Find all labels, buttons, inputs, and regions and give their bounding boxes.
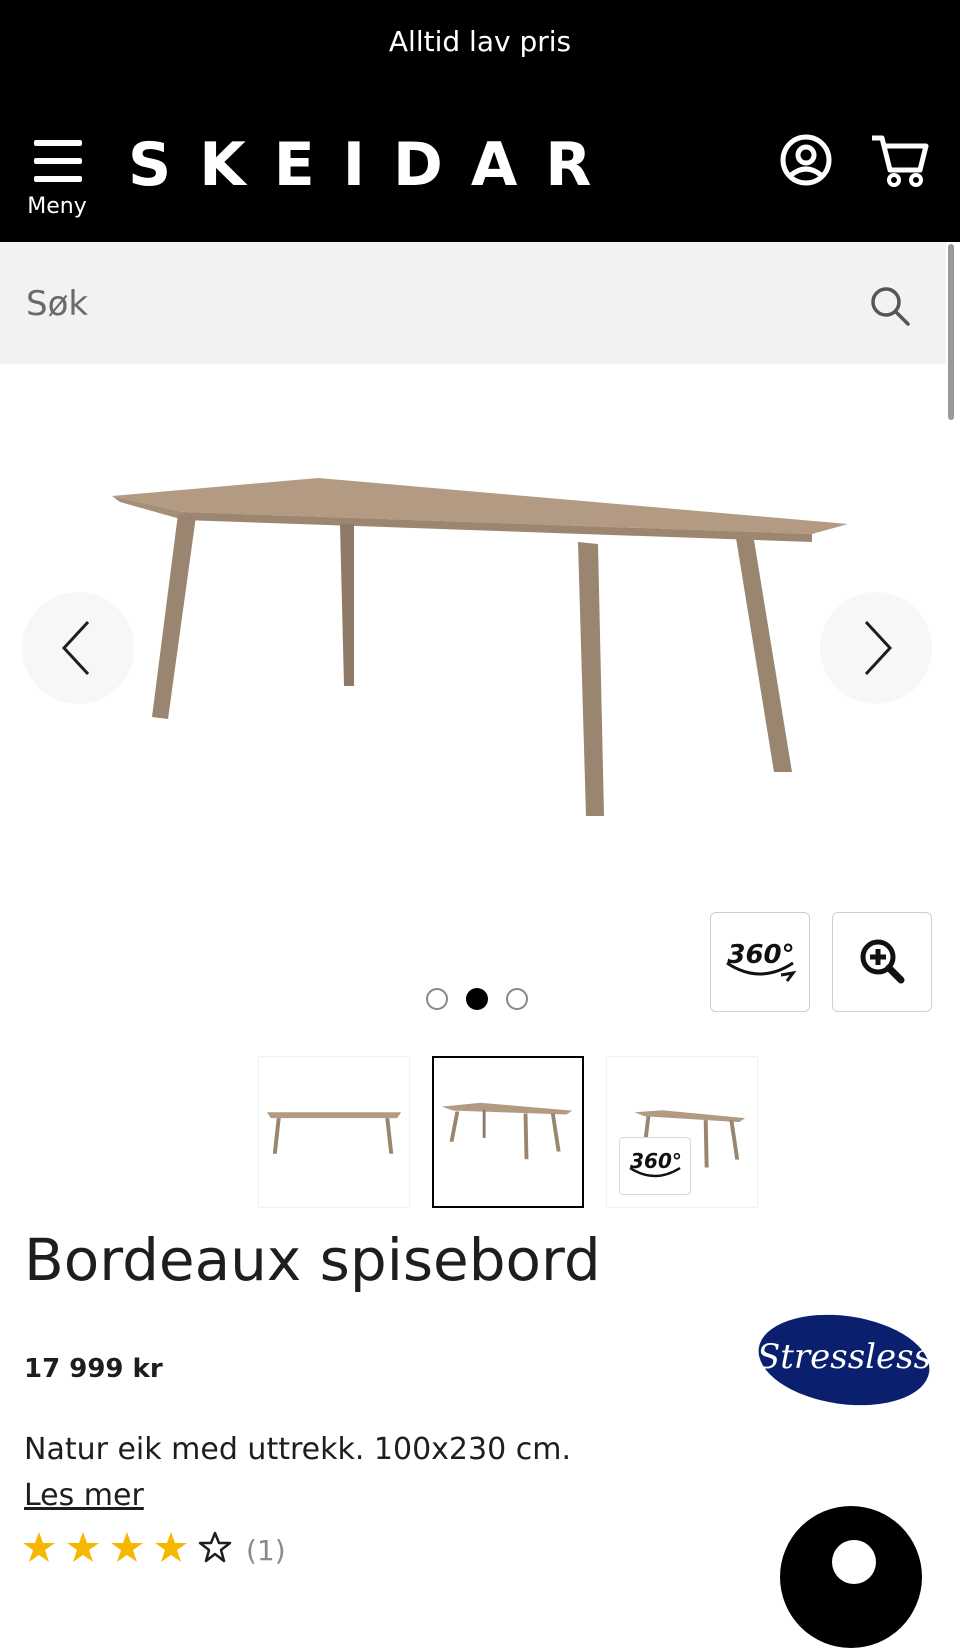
- star-empty-icon: [198, 1531, 232, 1563]
- star-filled-icon: [155, 1532, 187, 1562]
- thumbnail-1[interactable]: [258, 1056, 410, 1208]
- rating-count[interactable]: (1): [246, 1534, 286, 1567]
- view-360-badge: 360°: [619, 1137, 691, 1195]
- chat-button[interactable]: [780, 1506, 922, 1648]
- svg-text:360°: 360°: [630, 1149, 682, 1173]
- account-button[interactable]: [776, 130, 836, 190]
- product-price: 17 999 kr: [24, 1354, 163, 1384]
- zoom-button[interactable]: [832, 912, 932, 1012]
- product-description: Natur eik med uttrekk. 100x230 cm.: [24, 1432, 571, 1467]
- star-filled-icon: [111, 1532, 143, 1562]
- search-bar: [0, 242, 946, 364]
- product-title: Bordeaux spisebord: [24, 1226, 601, 1294]
- menu-icon: [34, 140, 82, 184]
- promo-banner: Alltid lav pris: [0, 0, 960, 84]
- carousel-dot-active[interactable]: [466, 988, 488, 1010]
- thumbnail-2-selected[interactable]: [432, 1056, 584, 1208]
- site-logo[interactable]: SKEIDAR: [128, 130, 619, 200]
- star-filled-icon: [23, 1532, 55, 1562]
- scrollbar-thumb[interactable]: [948, 244, 954, 420]
- table-thumbnail-image: [266, 1112, 402, 1154]
- rotate-360-icon: 360°: [726, 940, 797, 982]
- promo-banner-text: Alltid lav pris: [388, 25, 572, 58]
- carousel-dot[interactable]: [426, 988, 448, 1010]
- scrollbar-track[interactable]: [946, 242, 960, 1580]
- cart-button[interactable]: [870, 130, 930, 190]
- next-image-button[interactable]: [820, 592, 932, 704]
- product-gallery: 360°: [0, 364, 946, 1044]
- rotate-360-icon: 360°: [629, 1149, 682, 1178]
- user-icon: [780, 134, 832, 186]
- menu-label: Meny: [27, 194, 87, 219]
- menu-button[interactable]: Meny: [26, 134, 88, 224]
- site-header: Meny SKEIDAR: [0, 84, 960, 242]
- product-image[interactable]: [0, 364, 946, 904]
- star-filled-icon: [67, 1532, 99, 1562]
- thumbnail-3-360[interactable]: 360°: [606, 1056, 758, 1208]
- table-thumbnail-image: [441, 1102, 573, 1160]
- chevron-left-icon: [61, 620, 90, 676]
- cart-icon: [872, 135, 929, 187]
- svg-text:Stressless: Stressless: [758, 1337, 930, 1377]
- carousel-dot[interactable]: [506, 988, 528, 1010]
- view-360-button[interactable]: 360°: [710, 912, 810, 1012]
- chat-icon: [832, 1540, 876, 1584]
- search-icon[interactable]: [868, 284, 912, 328]
- zoom-in-icon: [860, 939, 905, 984]
- chevron-right-icon: [864, 620, 893, 676]
- read-more-link[interactable]: Les mer: [24, 1478, 144, 1513]
- search-input[interactable]: [24, 268, 848, 340]
- previous-image-button[interactable]: [22, 592, 134, 704]
- svg-text:360°: 360°: [727, 940, 794, 970]
- brand-logo[interactable]: Stressless: [758, 1312, 930, 1412]
